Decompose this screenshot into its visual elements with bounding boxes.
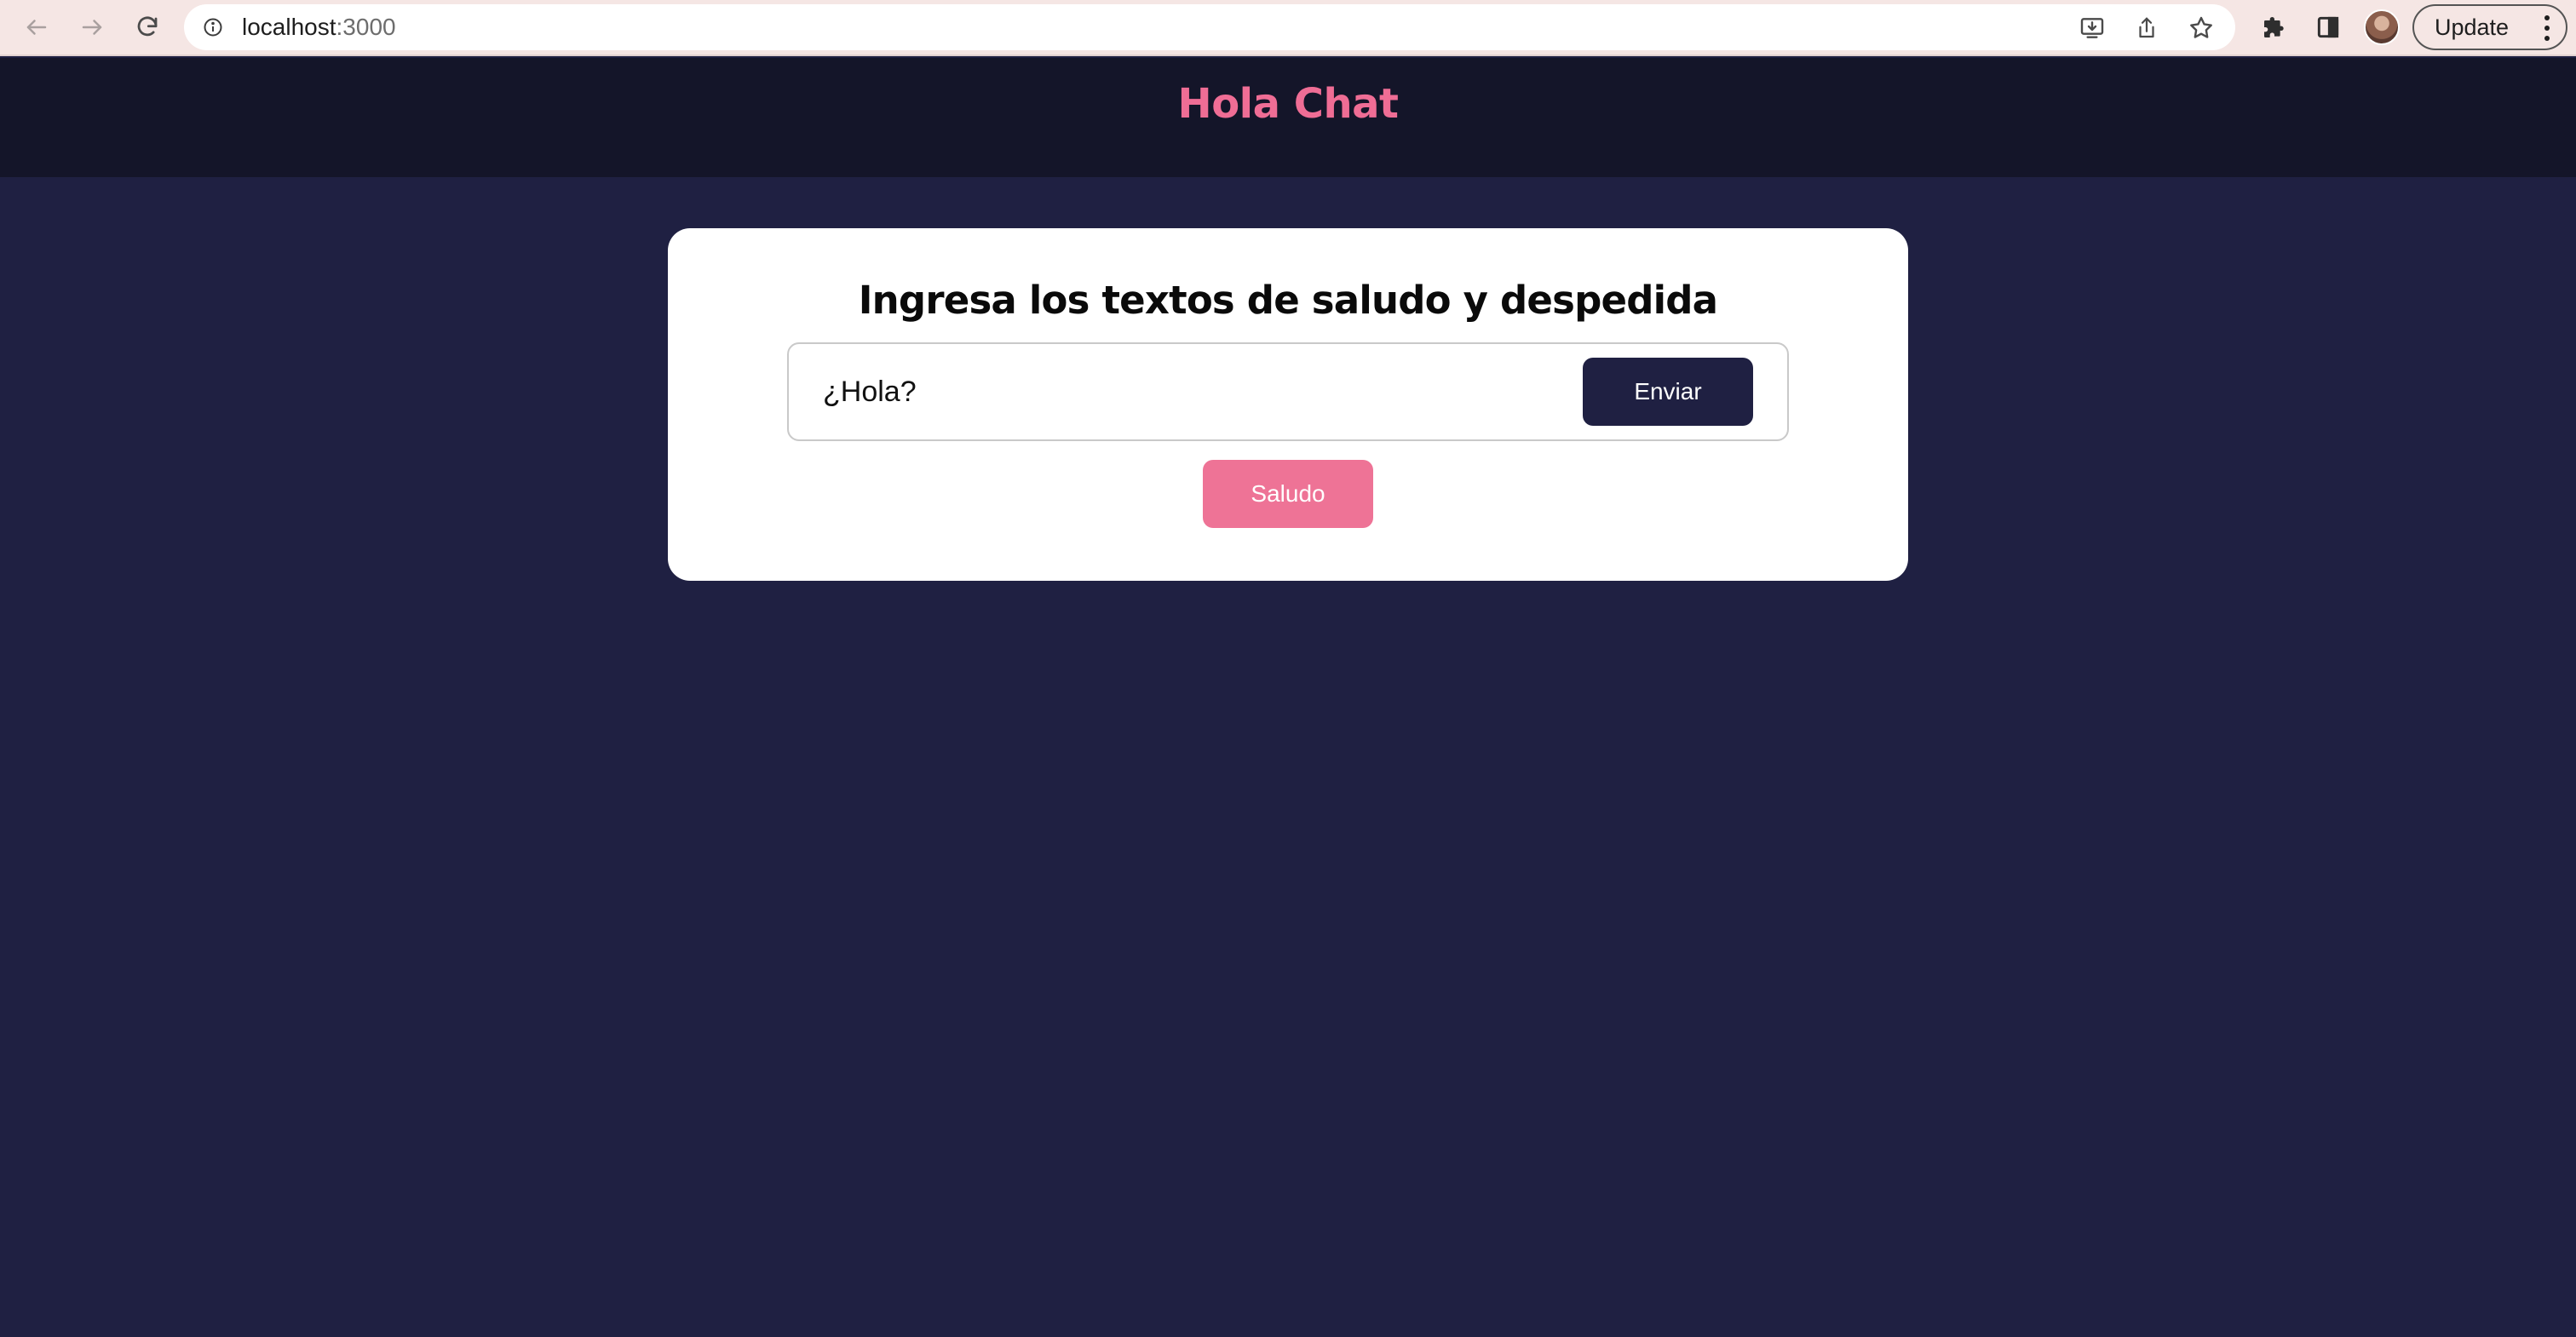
reload-button[interactable]	[126, 6, 169, 49]
share-icon[interactable]	[2131, 13, 2162, 43]
back-button[interactable]	[15, 6, 58, 49]
send-button[interactable]: Enviar	[1583, 358, 1753, 426]
app-title: Hola Chat	[1177, 79, 1399, 128]
message-form: Enviar	[787, 342, 1789, 441]
url-port: :3000	[336, 14, 396, 40]
address-bar[interactable]: localhost:3000	[184, 4, 2235, 50]
update-button[interactable]: Update	[2412, 4, 2567, 50]
kebab-menu-icon[interactable]	[2544, 15, 2550, 41]
card-heading: Ingresa los textos de saludo y despedida	[858, 278, 1718, 323]
arrow-left-icon	[26, 20, 47, 35]
app-header: Hola Chat	[0, 58, 2576, 177]
puzzle-icon[interactable]	[2257, 10, 2291, 44]
reload-icon	[137, 16, 158, 37]
url-text[interactable]: localhost:3000	[242, 14, 396, 40]
install-app-icon[interactable]	[2077, 13, 2107, 43]
url-host: localhost	[242, 14, 336, 40]
side-panel-icon[interactable]	[2311, 10, 2345, 44]
avatar[interactable]	[2364, 9, 2400, 45]
greeting-card: Ingresa los textos de saludo y despedida…	[668, 228, 1908, 581]
arrow-right-icon	[82, 20, 102, 35]
star-icon[interactable]	[2186, 13, 2217, 43]
update-label: Update	[2435, 14, 2510, 40]
browser-toolbar: localhost:3000 Update	[0, 0, 2576, 56]
greeting-button[interactable]: Saludo	[1203, 460, 1373, 528]
main-content: Ingresa los textos de saludo y despedida…	[0, 177, 2576, 1337]
message-input[interactable]	[823, 368, 1555, 416]
info-icon[interactable]	[203, 17, 223, 37]
forward-button[interactable]	[71, 6, 113, 49]
